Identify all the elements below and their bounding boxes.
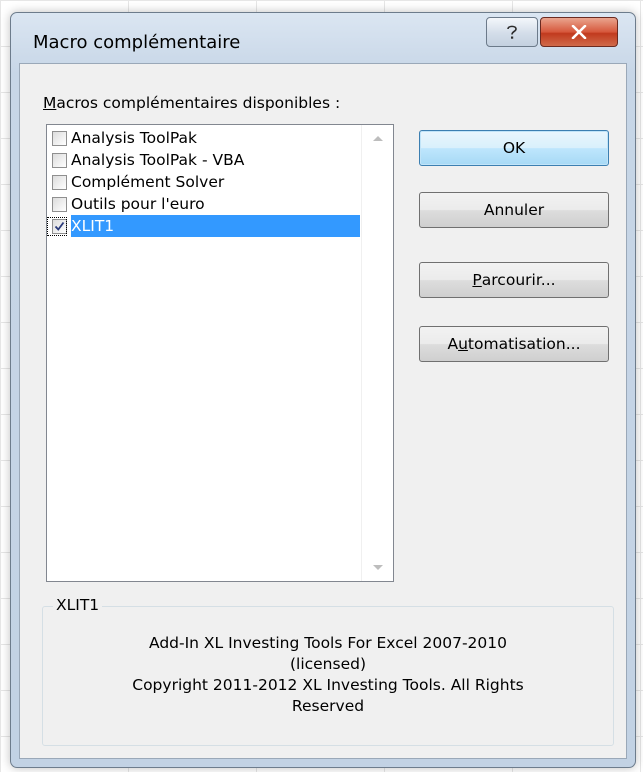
addins-list-label: Macros complémentaires disponibles :: [43, 94, 341, 112]
automation-button[interactable]: Au tomatisation...: [419, 326, 609, 362]
cancel-button[interactable]: Annuler: [419, 192, 609, 228]
list-item-analysis-toolpak-vba[interactable]: Analysis ToolPak - VBA: [47, 149, 360, 171]
checkbox[interactable]: [52, 152, 67, 168]
list-item-label: Complément Solver: [71, 173, 225, 191]
checkbox[interactable]: [52, 130, 67, 146]
list-item-xlit1[interactable]: XLIT1: [47, 215, 360, 237]
list-item-label: XLIT1: [71, 215, 360, 237]
scroll-up-arrow-icon[interactable]: [373, 136, 383, 141]
list-item-analysis-toolpak[interactable]: Analysis ToolPak: [47, 127, 360, 149]
vertical-scrollbar[interactable]: [361, 125, 393, 581]
browse-button[interactable]: Parcourir...: [419, 262, 609, 298]
description-line: Copyright 2011-2012 XL Investing Tools. …: [132, 676, 524, 694]
list-item-euro-tools[interactable]: Outils pour l'euro: [47, 193, 360, 215]
checkbox[interactable]: [52, 174, 67, 190]
help-button[interactable]: [486, 17, 538, 47]
addin-description: Add-In XL Investing Tools For Excel 2007…: [53, 633, 603, 717]
description-line: Add-In XL Investing Tools For Excel 2007…: [149, 634, 507, 652]
checkmark-icon: [54, 221, 65, 231]
scroll-down-arrow-icon[interactable]: [373, 565, 383, 570]
addins-listbox[interactable]: Analysis ToolPak Analysis ToolPak - VBA …: [46, 124, 394, 582]
ok-button[interactable]: OK: [419, 130, 609, 166]
list-item-label: Analysis ToolPak - VBA: [71, 151, 245, 169]
addin-details-group: XLIT1 Add-In XL Investing Tools For Exce…: [42, 596, 614, 746]
checkbox[interactable]: [52, 196, 67, 212]
list-item-label: Analysis ToolPak: [71, 129, 198, 147]
close-x-icon: [571, 25, 587, 39]
checkbox-checked[interactable]: [52, 218, 67, 234]
description-line: (licensed): [289, 655, 367, 673]
description-line: Reserved: [291, 697, 365, 715]
list-item-solver[interactable]: Complément Solver: [47, 171, 360, 193]
question-icon: [507, 25, 517, 39]
dialog-body: Macros complémentaires disponibles : Ana…: [19, 63, 627, 759]
close-button[interactable]: [540, 17, 618, 47]
dialog-title: Macro complémentaire: [33, 32, 241, 53]
addins-dialog: Macro complémentaire Macros complémentai…: [10, 12, 636, 768]
details-group-title: XLIT1: [53, 596, 103, 614]
list-item-label: Outils pour l'euro: [71, 195, 205, 213]
